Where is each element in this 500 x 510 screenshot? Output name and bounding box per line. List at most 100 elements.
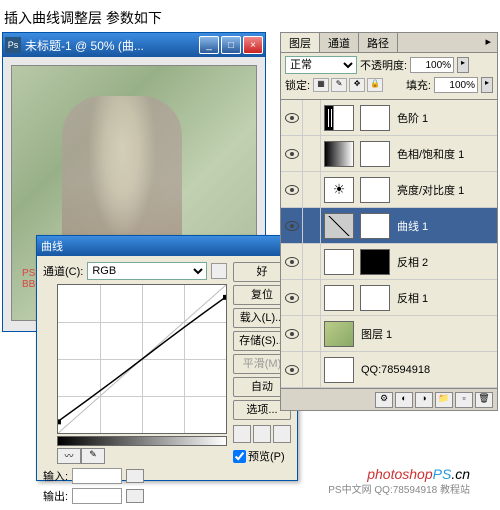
dialog-title[interactable]: 曲线 <box>37 236 297 256</box>
lock-paint-icon[interactable]: ✎ <box>331 78 347 92</box>
link-col[interactable] <box>303 100 321 136</box>
curve-grid[interactable] <box>57 284 227 434</box>
visibility-icon[interactable] <box>285 257 299 267</box>
tab-paths[interactable]: 路径 <box>359 33 398 52</box>
layer-name: 图层 1 <box>357 326 392 342</box>
curve-tool-icon[interactable]: 〰 <box>57 448 81 464</box>
layer-row[interactable]: 色相/饱和度 1 <box>281 136 497 172</box>
brand-watermark: photoshopPS.cn <box>367 466 470 482</box>
channel-icon[interactable] <box>211 263 227 279</box>
channel-select[interactable]: RGB <box>87 262 207 280</box>
tab-layers[interactable]: 图层 <box>281 33 320 52</box>
opacity-label: 不透明度: <box>360 57 407 73</box>
layer-row[interactable]: 反相 2 <box>281 244 497 280</box>
mask-thumb <box>360 213 390 239</box>
layer-list: 色阶 1 色相/饱和度 1 亮度/对比度 1 曲线 1 <box>281 99 497 388</box>
new-layer-icon[interactable]: ▫ <box>455 392 473 408</box>
link-col[interactable] <box>303 172 321 208</box>
layer-name: 曲线 1 <box>393 218 428 234</box>
visibility-icon[interactable] <box>285 149 299 159</box>
preview-checkbox[interactable] <box>233 450 246 463</box>
layer-name: 色阶 1 <box>393 110 428 126</box>
fill-arrow-icon[interactable]: ▸ <box>481 77 493 93</box>
layers-panel: 图层 通道 路径 ▸ 正常 不透明度: ▸ 锁定: ▦ ✎ ✥ 🔒 填充: ▸ <box>280 32 498 411</box>
input-label: 输入: <box>43 468 68 484</box>
link-col[interactable] <box>303 244 321 280</box>
layer-row[interactable]: 图层 1 <box>281 316 497 352</box>
layer-row[interactable]: 色阶 1 <box>281 100 497 136</box>
lock-label: 锁定: <box>285 77 310 93</box>
layer-row[interactable]: 曲线 1 <box>281 208 497 244</box>
expand-icon[interactable] <box>126 469 144 483</box>
opacity-arrow-icon[interactable]: ▸ <box>457 57 469 73</box>
output-label: 输出: <box>43 488 68 504</box>
curves-thumb-icon <box>324 213 354 239</box>
visibility-icon[interactable] <box>285 113 299 123</box>
close-button[interactable]: × <box>243 36 263 54</box>
trash-icon[interactable]: 🗑 <box>475 392 493 408</box>
visibility-icon[interactable] <box>285 185 299 195</box>
levels-thumb-icon <box>324 105 354 131</box>
lock-move-icon[interactable]: ✥ <box>349 78 365 92</box>
collapse-icon[interactable] <box>126 489 144 503</box>
link-col[interactable] <box>303 352 321 388</box>
lock-transparent-icon[interactable]: ▦ <box>313 78 329 92</box>
channel-label: 通道(C): <box>43 263 83 279</box>
curve-path-icon <box>58 285 226 433</box>
text-thumb <box>324 357 354 383</box>
link-col[interactable] <box>303 280 321 316</box>
tab-channels[interactable]: 通道 <box>320 33 359 52</box>
layer-name: 反相 2 <box>393 254 428 270</box>
layer-row[interactable]: 反相 1 <box>281 280 497 316</box>
mask-icon[interactable]: ◐ <box>395 392 413 408</box>
invert-thumb-icon <box>324 285 354 311</box>
brightness-thumb-icon <box>324 177 354 203</box>
layer-row[interactable]: 亮度/对比度 1 <box>281 172 497 208</box>
eyedropper-white-icon[interactable] <box>273 425 291 443</box>
eyedropper-gray-icon[interactable] <box>253 425 271 443</box>
document-titlebar[interactable]: Ps 未标题-1 @ 50% (曲... _ □ × <box>3 33 265 57</box>
layer-name: 色相/饱和度 1 <box>393 146 464 162</box>
visibility-icon[interactable] <box>285 329 299 339</box>
panel-menu-icon[interactable]: ▸ <box>479 33 497 52</box>
footer-subtext: PS中文网 QQ:78594918 教程站 <box>328 481 470 496</box>
link-col[interactable] <box>303 136 321 172</box>
folder-icon[interactable]: 📁 <box>435 392 453 408</box>
blend-mode-select[interactable]: 正常 <box>285 56 357 74</box>
opacity-input[interactable] <box>410 57 454 73</box>
visibility-icon[interactable] <box>285 221 299 231</box>
preview-label: 预览(P) <box>248 448 285 464</box>
link-col[interactable] <box>303 208 321 244</box>
link-col[interactable] <box>303 316 321 352</box>
mask-thumb <box>360 177 390 203</box>
fill-input[interactable] <box>434 77 478 93</box>
instruction-text: 插入曲线调整层 参数如下 <box>0 0 500 36</box>
adjustment-icon[interactable]: ◑ <box>415 392 433 408</box>
eyedropper-black-icon[interactable] <box>233 425 251 443</box>
layer-name: QQ:78594918 <box>357 364 430 376</box>
image-thumb <box>324 321 354 347</box>
layer-row[interactable]: QQ:78594918 <box>281 352 497 388</box>
panel-footer: ⚙ ◐ ◑ 📁 ▫ 🗑 <box>281 388 497 410</box>
layer-name: 反相 1 <box>393 290 428 306</box>
layer-name: 亮度/对比度 1 <box>393 182 464 198</box>
mask-thumb <box>360 285 390 311</box>
output-field[interactable] <box>72 488 122 504</box>
visibility-icon[interactable] <box>285 293 299 303</box>
curves-dialog: 曲线 通道(C): RGB <box>36 235 298 481</box>
fill-label: 填充: <box>406 77 431 93</box>
lock-all-icon[interactable]: 🔒 <box>367 78 383 92</box>
curves-x-gradient <box>57 436 227 446</box>
document-title: 未标题-1 @ 50% (曲... <box>25 37 199 54</box>
app-icon: Ps <box>5 37 21 53</box>
maximize-button[interactable]: □ <box>221 36 241 54</box>
fx-icon[interactable]: ⚙ <box>375 392 393 408</box>
minimize-button[interactable]: _ <box>199 36 219 54</box>
invert-thumb-icon <box>324 249 354 275</box>
input-field[interactable] <box>72 468 122 484</box>
mask-thumb <box>360 105 390 131</box>
mask-thumb <box>360 141 390 167</box>
mask-thumb <box>360 249 390 275</box>
pencil-tool-icon[interactable]: ✎ <box>81 448 105 464</box>
visibility-icon[interactable] <box>285 365 299 375</box>
